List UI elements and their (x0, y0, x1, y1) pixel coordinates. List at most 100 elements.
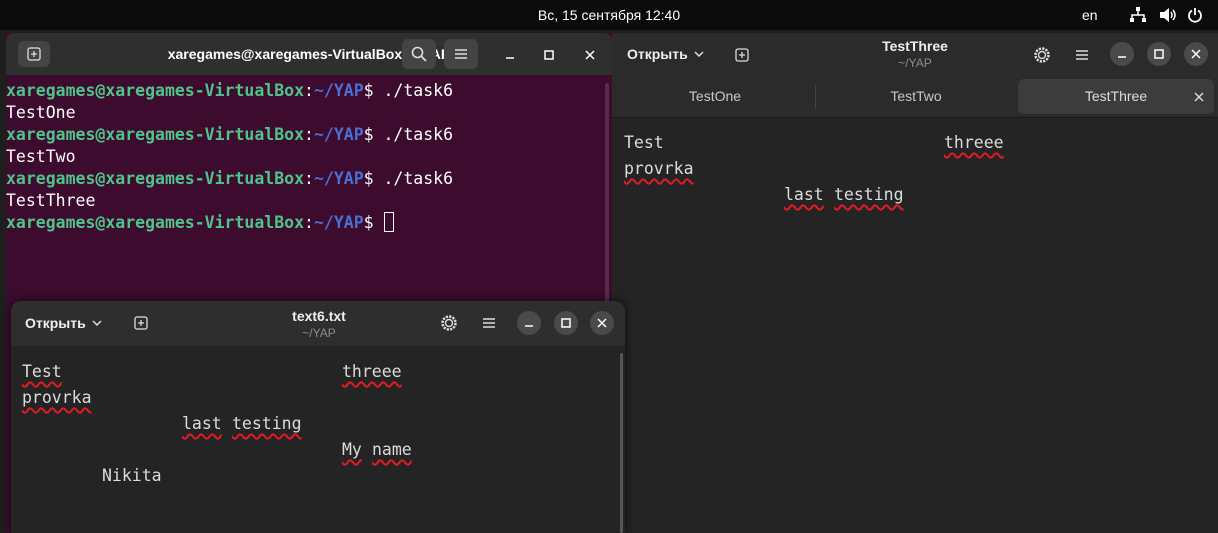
keyboard-layout-indicator[interactable]: en (1082, 7, 1098, 23)
maximize-button[interactable] (1147, 42, 1171, 66)
new-document-button[interactable] (730, 45, 754, 65)
word: Test (624, 133, 664, 152)
prompt-path: ~/YAP (313, 213, 364, 232)
search-button[interactable] (402, 39, 436, 69)
new-document-button[interactable] (129, 313, 153, 333)
menu-button[interactable] (1070, 43, 1094, 67)
prompt-colon: : (304, 213, 314, 232)
word-misspelled: last (182, 414, 222, 433)
prompt-symbol: $ (363, 125, 384, 144)
open-label: Открыть (627, 46, 688, 62)
terminal-scrollbar[interactable] (605, 83, 609, 333)
tab-bar: TestOne TestTwo TestThree (612, 75, 1218, 118)
close-button[interactable] (578, 43, 602, 67)
prompt-symbol: $ (363, 213, 384, 232)
close-button[interactable] (1184, 42, 1208, 66)
power-icon[interactable] (1187, 7, 1203, 28)
prompt-colon: : (304, 81, 314, 100)
close-button[interactable] (590, 311, 614, 335)
maximize-icon (544, 50, 554, 60)
prompt-colon: : (304, 125, 314, 144)
terminal-output-line: TestThree (6, 191, 96, 210)
tab-close-icon[interactable] (1194, 92, 1204, 102)
settings-button[interactable] (437, 311, 461, 335)
terminal-headerbar: xaregames@xaregames-VirtualBox: ~/YAP (6, 33, 612, 75)
word-misspelled: last (784, 185, 824, 204)
close-icon (585, 50, 595, 60)
tab-testtwo[interactable]: TestTwo (816, 79, 1016, 114)
gear-icon (1034, 47, 1050, 63)
maximize-icon (561, 318, 571, 328)
editor-headerbar: Открыть TestThree ~/YAP (612, 33, 1218, 75)
prompt-colon: : (304, 169, 314, 188)
terminal-output[interactable]: xaregames@xaregames-VirtualBox:~/YAP$ ./… (6, 80, 453, 234)
command-text: ./task6 (383, 81, 454, 100)
menu-button[interactable] (444, 39, 478, 69)
word-misspelled: threee (944, 133, 1004, 152)
chevron-down-icon (694, 51, 704, 57)
word-misspelled: testing (834, 185, 904, 204)
maximize-icon (1154, 49, 1164, 59)
command-text: ./task6 (383, 169, 454, 188)
minimize-button[interactable] (498, 43, 522, 67)
maximize-button[interactable] (537, 43, 561, 67)
prompt-user-host: xaregames@xaregames-VirtualBox (6, 213, 305, 232)
menu-button[interactable] (477, 311, 501, 335)
document-path: ~/YAP (302, 326, 336, 340)
word-misspelled: name (372, 440, 412, 459)
prompt-user-host: xaregames@xaregames-VirtualBox (6, 125, 305, 144)
prompt-path: ~/YAP (313, 125, 364, 144)
text-cursor (383, 212, 394, 232)
word-misspelled: Test (22, 362, 62, 381)
hamburger-icon (483, 318, 495, 328)
hamburger-icon (455, 49, 467, 59)
maximize-button[interactable] (554, 311, 578, 335)
clock[interactable]: Вс, 15 сентября 12:40 (0, 7, 1218, 23)
top-bar: Вс, 15 сентября 12:40 en (0, 0, 1218, 30)
terminal-output-line: TestTwo (6, 147, 76, 166)
word-misspelled: threee (342, 362, 402, 381)
editor-headerbar: Открыть text6.txt ~/YAP (11, 301, 625, 346)
minimize-icon (1118, 56, 1126, 58)
document-title-block: TestThree ~/YAP (815, 38, 1015, 70)
document-path: ~/YAP (898, 56, 932, 70)
search-icon (411, 46, 427, 62)
new-tab-icon (735, 48, 749, 62)
new-tab-icon (134, 316, 148, 330)
minimize-icon (506, 57, 514, 59)
hamburger-icon (1076, 50, 1088, 60)
volume-icon[interactable] (1159, 7, 1177, 28)
word-misspelled: testing (232, 414, 302, 433)
word-misspelled: My (342, 440, 362, 459)
prompt-path: ~/YAP (313, 81, 364, 100)
terminal-prompt-line: xaregames@xaregames-VirtualBox:~/YAP$ ./… (6, 124, 453, 146)
tab-label: TestThree (1084, 88, 1148, 104)
close-icon (597, 318, 607, 328)
tab-testone[interactable]: TestOne (615, 79, 815, 114)
chevron-down-icon (92, 320, 102, 326)
word-misspelled: provrka (624, 159, 694, 178)
minimize-button[interactable] (1110, 42, 1134, 66)
network-icon[interactable] (1129, 7, 1147, 28)
prompt-user-host: xaregames@xaregames-VirtualBox (6, 81, 305, 100)
settings-button[interactable] (1030, 43, 1054, 67)
gear-icon (441, 315, 457, 331)
text-editor-window-small[interactable]: Открыть text6.txt ~/YAP Test threee prov… (11, 301, 625, 533)
tab-testthree[interactable]: TestThree (1018, 79, 1214, 114)
document-title-block: text6.txt ~/YAP (219, 308, 419, 340)
prompt-symbol: $ (363, 81, 384, 100)
text-editor-window[interactable]: Открыть TestThree ~/YAP TestOne TestTwo (612, 33, 1218, 533)
open-button[interactable]: Открыть (25, 315, 102, 331)
editor-scrollbar[interactable] (620, 353, 623, 533)
open-label: Открыть (25, 315, 86, 331)
prompt-symbol: $ (363, 169, 384, 188)
open-button[interactable]: Открыть (627, 46, 704, 62)
minimize-icon (525, 325, 533, 327)
prompt-path: ~/YAP (313, 169, 364, 188)
word-misspelled: provrka (22, 388, 92, 407)
command-text: ./task6 (383, 125, 454, 144)
terminal-prompt-line: xaregames@xaregames-VirtualBox:~/YAP$ ./… (6, 80, 453, 102)
terminal-output-line: TestOne (6, 103, 76, 122)
minimize-button[interactable] (517, 311, 541, 335)
close-icon (1191, 49, 1201, 59)
